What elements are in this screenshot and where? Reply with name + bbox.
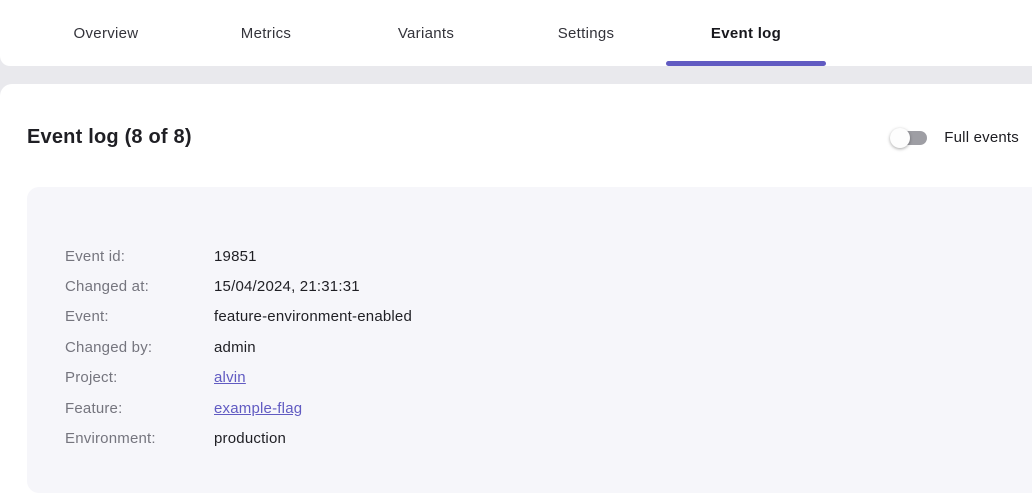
event-row-value-link[interactable]: example-flag <box>214 400 302 417</box>
event-row-value: production <box>214 430 286 447</box>
event-row: Changed by:admin <box>65 332 1032 362</box>
event-row: Project:alvin <box>65 363 1032 393</box>
event-row-label: Environment: <box>65 430 214 447</box>
event-row: Feature:example-flag <box>65 393 1032 423</box>
event-card: Event id:19851Changed at:15/04/2024, 21:… <box>27 187 1032 493</box>
tab-label: Metrics <box>241 25 291 42</box>
event-row-value: feature-environment-enabled <box>214 308 412 325</box>
tab-metrics[interactable]: Metrics <box>186 0 346 66</box>
page-title: Event log (8 of 8) <box>27 126 192 149</box>
event-row-value-link[interactable]: alvin <box>214 369 246 386</box>
event-row-value: 15/04/2024, 21:31:31 <box>214 278 360 295</box>
toggle-switch-icon[interactable] <box>893 131 927 145</box>
panel-header: Event log (8 of 8) Full events <box>0 84 1032 149</box>
event-row-label: Changed by: <box>65 339 214 356</box>
event-row-label: Project: <box>65 369 214 386</box>
event-rows: Event id:19851Changed at:15/04/2024, 21:… <box>65 241 1032 454</box>
tab-bar-nav: Overview Metrics Variants Settings Event log <box>26 0 1032 66</box>
tab-event-log[interactable]: Event log <box>666 0 826 66</box>
content-panel: Event log (8 of 8) Full events Event id:… <box>0 84 1032 502</box>
event-row-label: Changed at: <box>65 278 214 295</box>
tab-label: Event log <box>711 25 781 42</box>
tab-label: Settings <box>558 25 615 42</box>
tab-overview[interactable]: Overview <box>26 0 186 66</box>
event-row: Changed at:15/04/2024, 21:31:31 <box>65 271 1032 301</box>
tab-settings[interactable]: Settings <box>506 0 666 66</box>
event-row-value: admin <box>214 339 256 356</box>
event-row-label: Feature: <box>65 400 214 417</box>
toggle-knob-icon <box>890 128 910 148</box>
tab-label: Variants <box>398 25 454 42</box>
event-row-value: 19851 <box>214 248 257 265</box>
tab-label: Overview <box>74 25 139 42</box>
toggle-label: Full events <box>944 129 1019 146</box>
event-row-label: Event id: <box>65 248 214 265</box>
active-tab-indicator <box>666 61 826 66</box>
event-row: Event id:19851 <box>65 241 1032 271</box>
full-events-toggle[interactable]: Full events <box>893 129 1019 146</box>
event-row: Environment:production <box>65 423 1032 453</box>
tab-bar: Overview Metrics Variants Settings Event log <box>0 0 1032 66</box>
event-row: Event:feature-environment-enabled <box>65 302 1032 332</box>
tab-variants[interactable]: Variants <box>346 0 506 66</box>
event-row-label: Event: <box>65 308 214 325</box>
